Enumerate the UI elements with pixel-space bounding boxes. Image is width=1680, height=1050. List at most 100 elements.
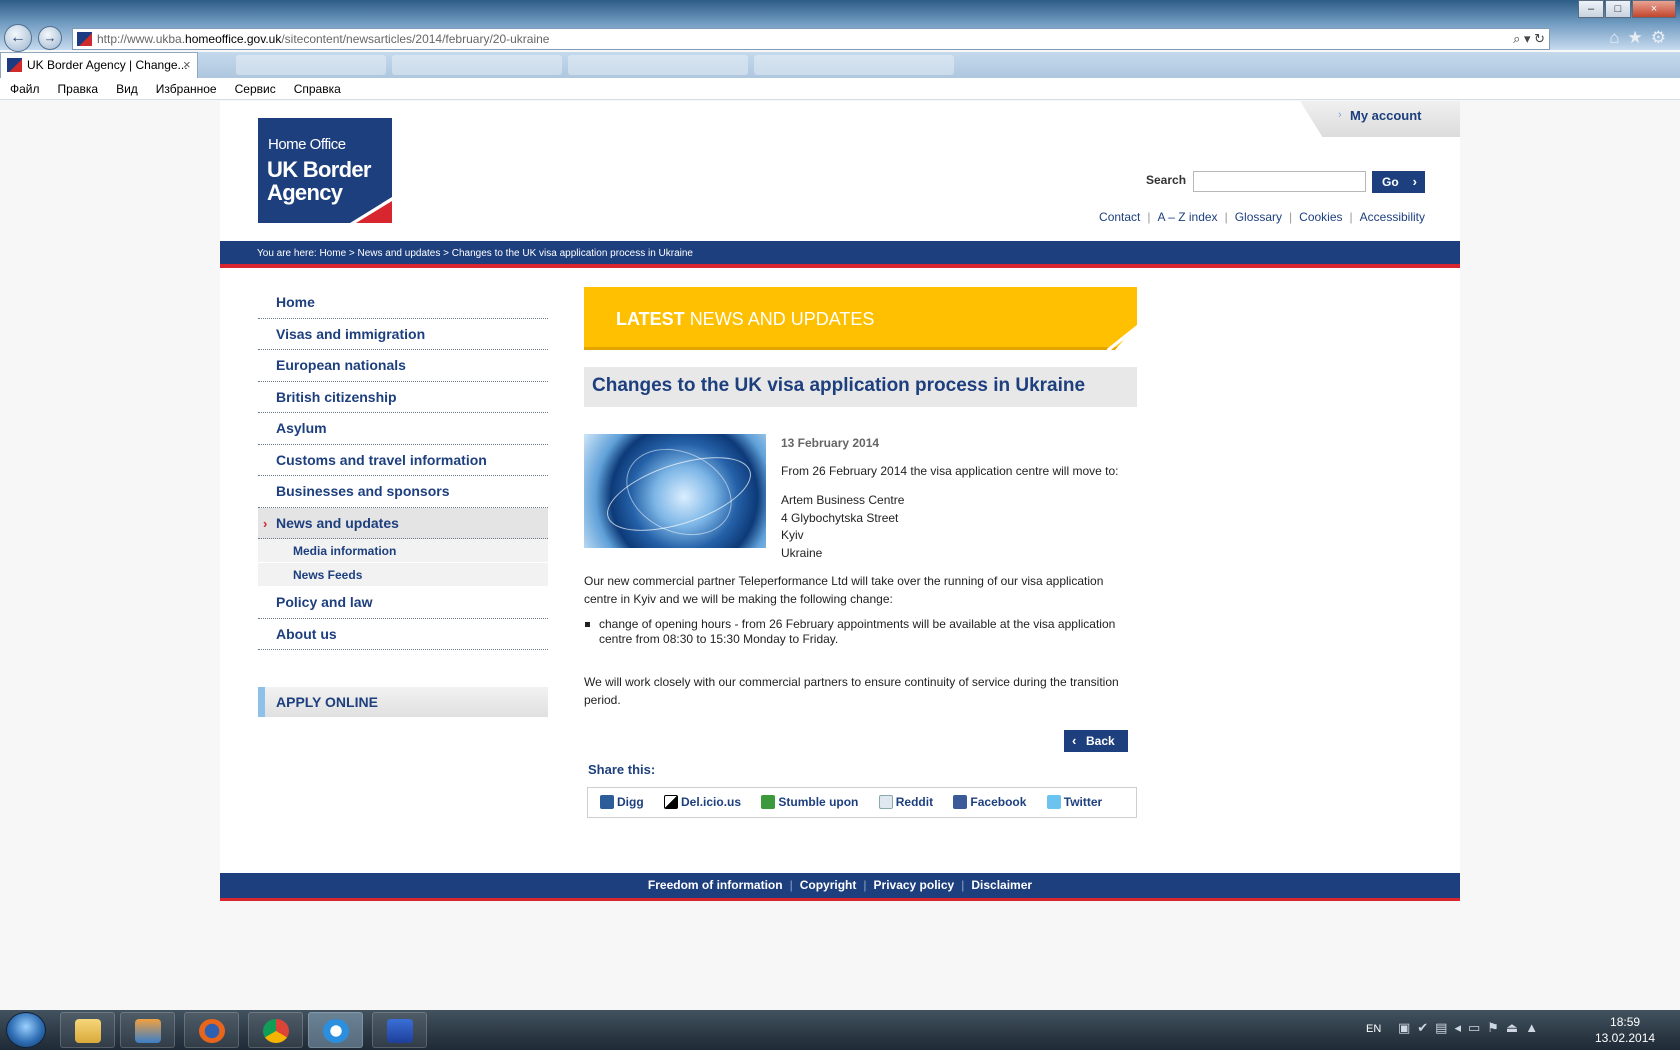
share-bar: Digg Del.icio.us Stumble upon Reddit Fac…	[587, 787, 1137, 818]
nav-subitem-media-information[interactable]: Media information	[258, 539, 548, 563]
menu-tools[interactable]: Сервис	[225, 78, 284, 100]
minimize-button[interactable]: –	[1578, 0, 1604, 18]
tab-active[interactable]: UK Border Agency | Change...	[0, 52, 198, 78]
taskbar-media-player[interactable]	[120, 1012, 175, 1048]
share-facebook[interactable]: Facebook	[953, 788, 1026, 817]
search-input[interactable]	[1193, 171, 1366, 192]
address-line: 4 Glybochytska Street	[781, 510, 899, 525]
nav-item-customs-and-travel[interactable]: Customs and travel information	[258, 445, 548, 476]
accessibility-link[interactable]: Accessibility	[1360, 210, 1425, 224]
share-digg[interactable]: Digg	[600, 788, 644, 817]
breadcrumb[interactable]: You are here: Home > News and updates > …	[257, 248, 693, 259]
taskbar-app[interactable]	[372, 1012, 427, 1048]
menu-favorites[interactable]: Избранное	[146, 78, 225, 100]
stumbleupon-icon	[761, 795, 776, 809]
url-path: /sitecontent/newsarticles/2014/february/…	[281, 32, 550, 46]
nav-item-visas-and-immigration[interactable]: Visas and immigration	[258, 319, 548, 350]
system-tray-icons[interactable]: ▣✔▤◂▭⚑⏏▲	[1398, 1020, 1545, 1036]
article-paragraph: We will work closely with our commercial…	[584, 675, 1119, 707]
taskbar-clock[interactable]: 18:59 13.02.2014	[1595, 1014, 1655, 1046]
go-button[interactable]: Go ›	[1372, 171, 1425, 193]
address-line: Ukraine	[781, 545, 823, 560]
nav-item-businesses-and-sponsors[interactable]: Businesses and sponsors	[258, 476, 548, 508]
share-reddit[interactable]: Reddit	[878, 788, 934, 817]
contact-link[interactable]: Contact	[1099, 210, 1140, 224]
latest-news-banner: LATEST NEWS AND UPDATES	[584, 287, 1137, 350]
taskbar-internet-explorer[interactable]	[308, 1012, 363, 1048]
nav-item-asylum[interactable]: Asylum	[258, 413, 548, 445]
menu-file[interactable]: Файл	[0, 78, 48, 100]
back-arrow-icon[interactable]: ←	[4, 24, 32, 52]
nav-item-european-nationals[interactable]: European nationals	[258, 350, 548, 382]
tab-close-icon[interactable]: ×	[183, 57, 191, 72]
share-label: Facebook	[970, 795, 1027, 809]
go-button-label: Go	[1382, 175, 1399, 189]
clock-date: 13.02.2014	[1595, 1031, 1656, 1045]
article-date: 13 February 2014	[781, 436, 880, 450]
menu-edit[interactable]: Правка	[48, 78, 107, 100]
nav-item-british-citizenship[interactable]: British citizenship	[258, 382, 548, 413]
search-label: Search	[1146, 173, 1187, 187]
footer-link-copyright[interactable]: Copyright	[800, 878, 857, 892]
background-tab[interactable]	[754, 55, 954, 75]
footer-link-privacy[interactable]: Privacy policy	[874, 878, 955, 892]
logo-home-office: Home Office	[268, 136, 346, 153]
nav-item-about-us[interactable]: About us	[258, 619, 548, 650]
my-account-tab[interactable]: › My account	[1300, 101, 1460, 137]
apply-online-button[interactable]: APPLY ONLINE	[258, 687, 548, 717]
banner-text: LATEST NEWS AND UPDATES	[616, 309, 874, 330]
chevron-left-icon: ‹	[1072, 733, 1077, 748]
taskbar-explorer[interactable]	[60, 1012, 115, 1048]
footer-links: Freedom of information | Copyright | Privacy…	[647, 878, 1033, 892]
language-indicator[interactable]: EN	[1366, 1023, 1381, 1035]
folder-icon	[75, 1019, 101, 1043]
nav-subitem-news-feeds[interactable]: News Feeds	[258, 563, 548, 587]
share-title: Share this:	[588, 762, 656, 777]
internet-explorer-icon	[323, 1019, 349, 1043]
share-label: Digg	[617, 795, 644, 809]
address-tools-icon[interactable]: ⌕ ▾ ↻	[1513, 29, 1545, 49]
delicious-icon	[664, 795, 679, 809]
chevron-right-icon: ›	[263, 515, 268, 531]
back-button-label: Back	[1086, 734, 1115, 748]
nav-item-policy-and-law[interactable]: Policy and law	[258, 587, 548, 619]
address-bar[interactable]: http://www.ukba.homeoffice.gov.uk/siteco…	[72, 28, 1550, 50]
my-account-link[interactable]: My account	[1350, 108, 1422, 123]
close-window-button[interactable]: ×	[1632, 0, 1676, 18]
cookies-link[interactable]: Cookies	[1299, 210, 1342, 224]
menu-help[interactable]: Справка	[284, 78, 349, 100]
logo-line-uk-border: UK Border	[267, 157, 371, 182]
share-delicious[interactable]: Del.icio.us	[664, 788, 741, 817]
clock-time: 18:59	[1610, 1015, 1641, 1029]
share-twitter[interactable]: Twitter	[1046, 788, 1102, 817]
share-stumbleupon[interactable]: Stumble upon	[761, 788, 858, 817]
facebook-icon	[953, 795, 968, 809]
a-z-index-link[interactable]: A – Z index	[1158, 210, 1218, 224]
banner-text-rest: NEWS AND UPDATES	[689, 309, 875, 329]
nav-item-news-and-updates[interactable]: › News and updates	[258, 507, 548, 539]
page: Home Office UK Border Agency › My accoun…	[220, 101, 1460, 901]
taskbar: EN ▣✔▤◂▭⚑⏏▲ 18:59 13.02.2014	[0, 1010, 1680, 1050]
forward-arrow-icon[interactable]: →	[38, 26, 62, 50]
footer-link-disclaimer[interactable]: Disclaimer	[971, 878, 1032, 892]
glossary-link[interactable]: Glossary	[1235, 210, 1282, 224]
background-tab[interactable]	[236, 55, 386, 75]
menu-view[interactable]: Вид	[106, 78, 146, 100]
browser-tools-icons[interactable]: ⌂★⚙	[1609, 28, 1674, 48]
start-button[interactable]	[6, 1012, 46, 1048]
nav-item-home[interactable]: Home	[258, 287, 548, 319]
footer-link-foi[interactable]: Freedom of information	[648, 878, 783, 892]
background-tab[interactable]	[568, 55, 748, 75]
share-label: Reddit	[895, 795, 934, 809]
back-button[interactable]: ‹ Back	[1064, 730, 1128, 752]
digg-icon	[600, 795, 614, 809]
ukba-logo[interactable]: Home Office UK Border Agency	[258, 118, 392, 223]
footer-bar: Freedom of information | Copyright | Privacy…	[220, 873, 1460, 901]
maximize-button[interactable]: □	[1605, 0, 1631, 18]
background-tab[interactable]	[392, 55, 562, 75]
article-title: Changes to the UK visa application proce…	[584, 367, 1137, 407]
banner-corner-stripe	[1107, 326, 1137, 350]
site-favicon-icon	[77, 32, 92, 46]
taskbar-chrome[interactable]	[248, 1012, 303, 1048]
taskbar-firefox[interactable]	[184, 1012, 239, 1048]
